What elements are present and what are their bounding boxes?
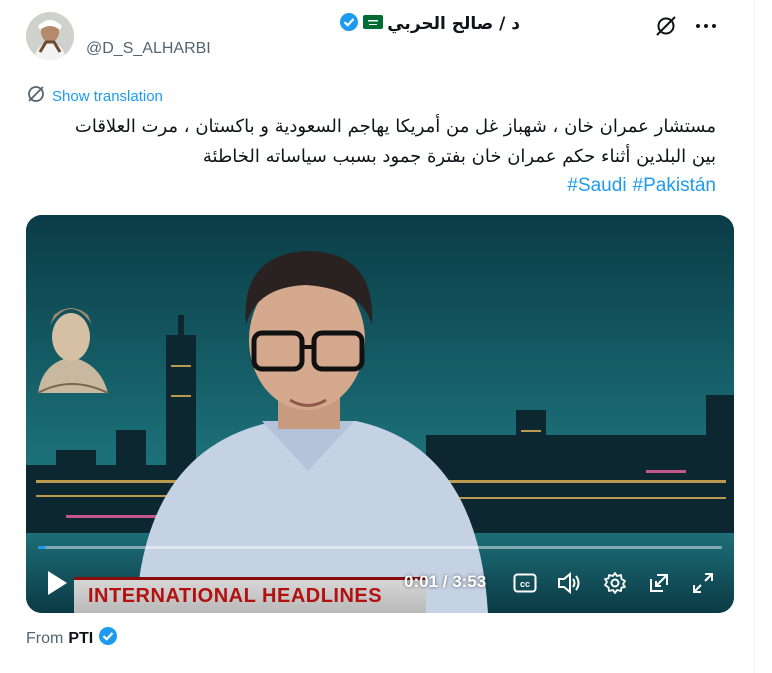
author-handle[interactable]: @D_S_ALHARBI <box>86 40 211 58</box>
volume-icon[interactable] <box>554 568 584 598</box>
hashtag-pakistan[interactable]: #Pakistán <box>633 172 716 200</box>
hashtag-saudi[interactable]: #Saudi <box>567 172 626 200</box>
popout-icon[interactable] <box>644 568 674 598</box>
author-display-name: د / صالح الحربي <box>387 14 520 34</box>
video-controls: 0:01 / 3:53 cc <box>26 553 734 613</box>
tweet-text: مستشار عمران خان ، شهباز غل من أمريكا يه… <box>6 112 716 172</box>
video-player[interactable]: INTERNATIONAL HEADLINES 0:01 / 3:53 cc <box>26 215 734 613</box>
video-progress-fill <box>38 546 47 549</box>
avatar[interactable] <box>26 12 74 60</box>
source-name-link[interactable]: PTI <box>68 630 93 648</box>
settings-icon[interactable] <box>600 568 630 598</box>
tweet-line-1: مستشار عمران خان ، شهباز غل من أمريكا يه… <box>74 116 716 137</box>
video-progress-bar[interactable] <box>38 546 722 549</box>
grok-icon[interactable] <box>652 12 680 40</box>
source-attribution: From PTI <box>26 626 118 651</box>
fullscreen-icon[interactable] <box>688 568 718 598</box>
saudi-flag-icon <box>363 14 384 34</box>
play-icon[interactable] <box>42 566 72 600</box>
svg-text:cc: cc <box>520 579 530 589</box>
from-label: From <box>26 629 64 647</box>
tweet-card: د / صالح الحربي @D_S_ALHARBI Show transl… <box>0 0 755 673</box>
show-translation-link[interactable]: Show translation <box>26 84 163 108</box>
show-translation-label: Show translation <box>52 87 163 105</box>
verified-badge-icon <box>98 626 118 651</box>
tweet-line-2: بين البلدين أثناء حكم عمران خان بفترة جم… <box>202 146 716 167</box>
verified-badge-icon <box>339 12 359 37</box>
video-time: 0:01 / 3:53 <box>404 572 487 591</box>
more-icon[interactable] <box>692 12 720 40</box>
author-name-row[interactable]: د / صالح الحربي <box>339 12 520 36</box>
captions-icon[interactable]: cc <box>510 568 540 598</box>
translate-icon <box>26 84 46 108</box>
hashtags: #Saudi #Pakistán <box>567 172 716 200</box>
